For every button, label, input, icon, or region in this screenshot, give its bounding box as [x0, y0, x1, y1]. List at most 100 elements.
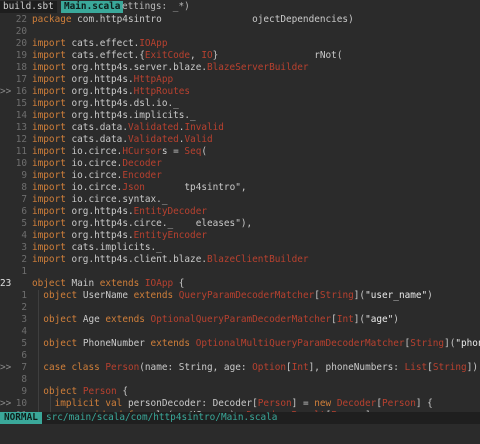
- code-line: >> 10 implicit val personDecoder: Decoder…: [0, 398, 480, 410]
- code-token: object: [43, 338, 83, 349]
- code-token: org.http4s.: [71, 74, 134, 85]
- code-token: IOApp: [139, 38, 168, 49]
- tab-main-scala[interactable]: Main.scala: [61, 1, 124, 13]
- status-bar: NORMAL src/main/scala/com/http4sintro/Ma…: [0, 412, 480, 424]
- code-line: 3 import cats.implicits._: [0, 242, 480, 254]
- command-line[interactable]: [0, 424, 480, 444]
- line-code: object Main extends IOApp {: [32, 278, 184, 290]
- code-token: OptionalQueryParamDecoderMatcher: [150, 314, 332, 325]
- code-line: 23 object Main extends IOApp {: [0, 278, 480, 290]
- line-code: import org.http4s.circe._ eleases"),: [32, 218, 252, 230]
- line-code: import io.circe.Encoder: [32, 170, 162, 182]
- line-code: implicit val personDecoder: Decoder[Pers…: [32, 398, 433, 410]
- code-line: 2 import org.http4s.client.blaze.BlazeCli…: [0, 254, 480, 266]
- code-token: import: [32, 110, 72, 121]
- code-line: 10 import io.circe.Decoder: [0, 158, 480, 170]
- tab-build-sbt[interactable]: build.sbt: [0, 1, 57, 13]
- line-number: 17: [15, 74, 27, 85]
- code-token: EntityEncoder: [133, 230, 207, 241]
- code-token: EntityDecoder: [133, 206, 207, 217]
- code-token: cats.effect.{: [71, 50, 145, 61]
- code-token: import: [32, 230, 72, 241]
- code-token: Int: [336, 314, 354, 325]
- line-number: 4: [21, 230, 27, 241]
- code-token: extends: [105, 314, 151, 325]
- code-token: org.http4s.: [71, 86, 134, 97]
- code-token: ]): [466, 362, 478, 373]
- code-token: {: [116, 386, 128, 397]
- line-code: import io.circe.Json tp4sintro",: [32, 182, 247, 194]
- code-token: {: [173, 278, 185, 289]
- code-line: 3 object Age extends OptionalQueryParamD…: [0, 314, 480, 326]
- line-number: 6: [21, 206, 27, 217]
- line-code: import cats.effect.{ExitCode, IO} rNot(: [32, 50, 342, 62]
- code-line: 4: [0, 326, 480, 338]
- line-code: import org.http4s.HttpRoutes: [32, 86, 190, 98]
- code-token: (name: String, age:: [139, 362, 253, 373]
- code-line: 20 import cats.effect.IOApp: [0, 38, 480, 50]
- line-number: 1: [21, 290, 27, 301]
- code-token: ], phoneNumbers:: [308, 362, 405, 373]
- code-line: 1: [0, 266, 480, 278]
- line-code: import io.circe.syntax._: [32, 194, 167, 206]
- code-token: tp4sintro",: [144, 182, 247, 193]
- code-token: Main: [71, 278, 100, 289]
- line-number: 11: [15, 146, 27, 157]
- code-token: import: [32, 254, 72, 265]
- mode-indicator: NORMAL: [0, 412, 42, 424]
- line-code: import cats.implicits._: [32, 242, 162, 254]
- line-number: 1: [21, 266, 27, 277]
- code-token: Age: [82, 314, 106, 325]
- code-line: 19 import cats.effect.{ExitCode, IO} rNot…: [0, 50, 480, 62]
- line-number: 6: [21, 350, 27, 361]
- code-token: BlazeClientBuilder: [206, 254, 309, 265]
- code-token: import: [32, 98, 72, 109]
- code-token: extends: [99, 278, 145, 289]
- code-editor[interactable]: 22 package com.http4sintro ojectDependenc…: [0, 14, 480, 412]
- code-token: import: [32, 194, 72, 205]
- line-number: 23: [0, 278, 12, 289]
- code-token: org.http4s.server.blaze.: [71, 62, 207, 73]
- code-token: (: [201, 146, 208, 157]
- code-token: import: [32, 134, 72, 145]
- code-token: import: [32, 50, 72, 61]
- line-code: import org.http4s.client.blaze.BlazeClie…: [32, 254, 309, 266]
- line-code: package com.http4sintro ojectDependencie…: [32, 14, 354, 26]
- code-token: import: [32, 182, 72, 193]
- code-token: BlazeServerBuilder: [206, 62, 309, 73]
- code-token: extends: [133, 290, 179, 301]
- line-number: 18: [15, 62, 27, 73]
- line-code: import org.http4s.dsl.io._: [32, 98, 179, 110]
- code-token: List: [404, 362, 428, 373]
- code-token: ] =: [291, 398, 315, 409]
- tab-bar: build.sbt Main.scala ettings: _*): [0, 0, 480, 14]
- code-token: org.http4s.circe._ eleases"),: [71, 218, 253, 229]
- code-token: ] {: [415, 398, 433, 409]
- code-token: io.circe.syntax._: [71, 194, 168, 205]
- code-line: 12 import cats.data.Validated.Valid: [0, 134, 480, 146]
- code-line: 17 import org.http4s.HttpApp: [0, 74, 480, 86]
- code-token: UserName: [82, 290, 134, 301]
- code-token: import: [32, 86, 72, 97]
- code-token: Encoder: [122, 170, 162, 181]
- line-code: import org.http4s.server.blaze.BlazeServ…: [32, 62, 309, 74]
- line-number: 5: [21, 218, 27, 229]
- code-line: 7 import io.circe.syntax._: [0, 194, 480, 206]
- code-token: import: [32, 242, 72, 253]
- code-token: org.http4s.dsl.io._: [71, 98, 179, 109]
- file-path: src/main/scala/com/http4sintro/Main.scal…: [46, 412, 278, 423]
- code-token: import: [32, 146, 72, 157]
- code-token: cats.effect.: [71, 38, 140, 49]
- line-number: 9: [21, 386, 27, 397]
- line-code: object Age extends OptionalQueryParamDec…: [32, 314, 399, 326]
- line-number: 4: [21, 326, 27, 337]
- code-token: cats.data.: [71, 122, 128, 133]
- line-code: import org.http4s.implicits._: [32, 110, 196, 122]
- code-line: 1 object UserName extends QueryParamDeco…: [0, 290, 480, 302]
- code-token: extends: [150, 338, 196, 349]
- line-number: 2: [21, 254, 27, 265]
- code-token: QueryParamDecoderMatcher: [178, 290, 315, 301]
- code-token: "user_name": [365, 290, 428, 301]
